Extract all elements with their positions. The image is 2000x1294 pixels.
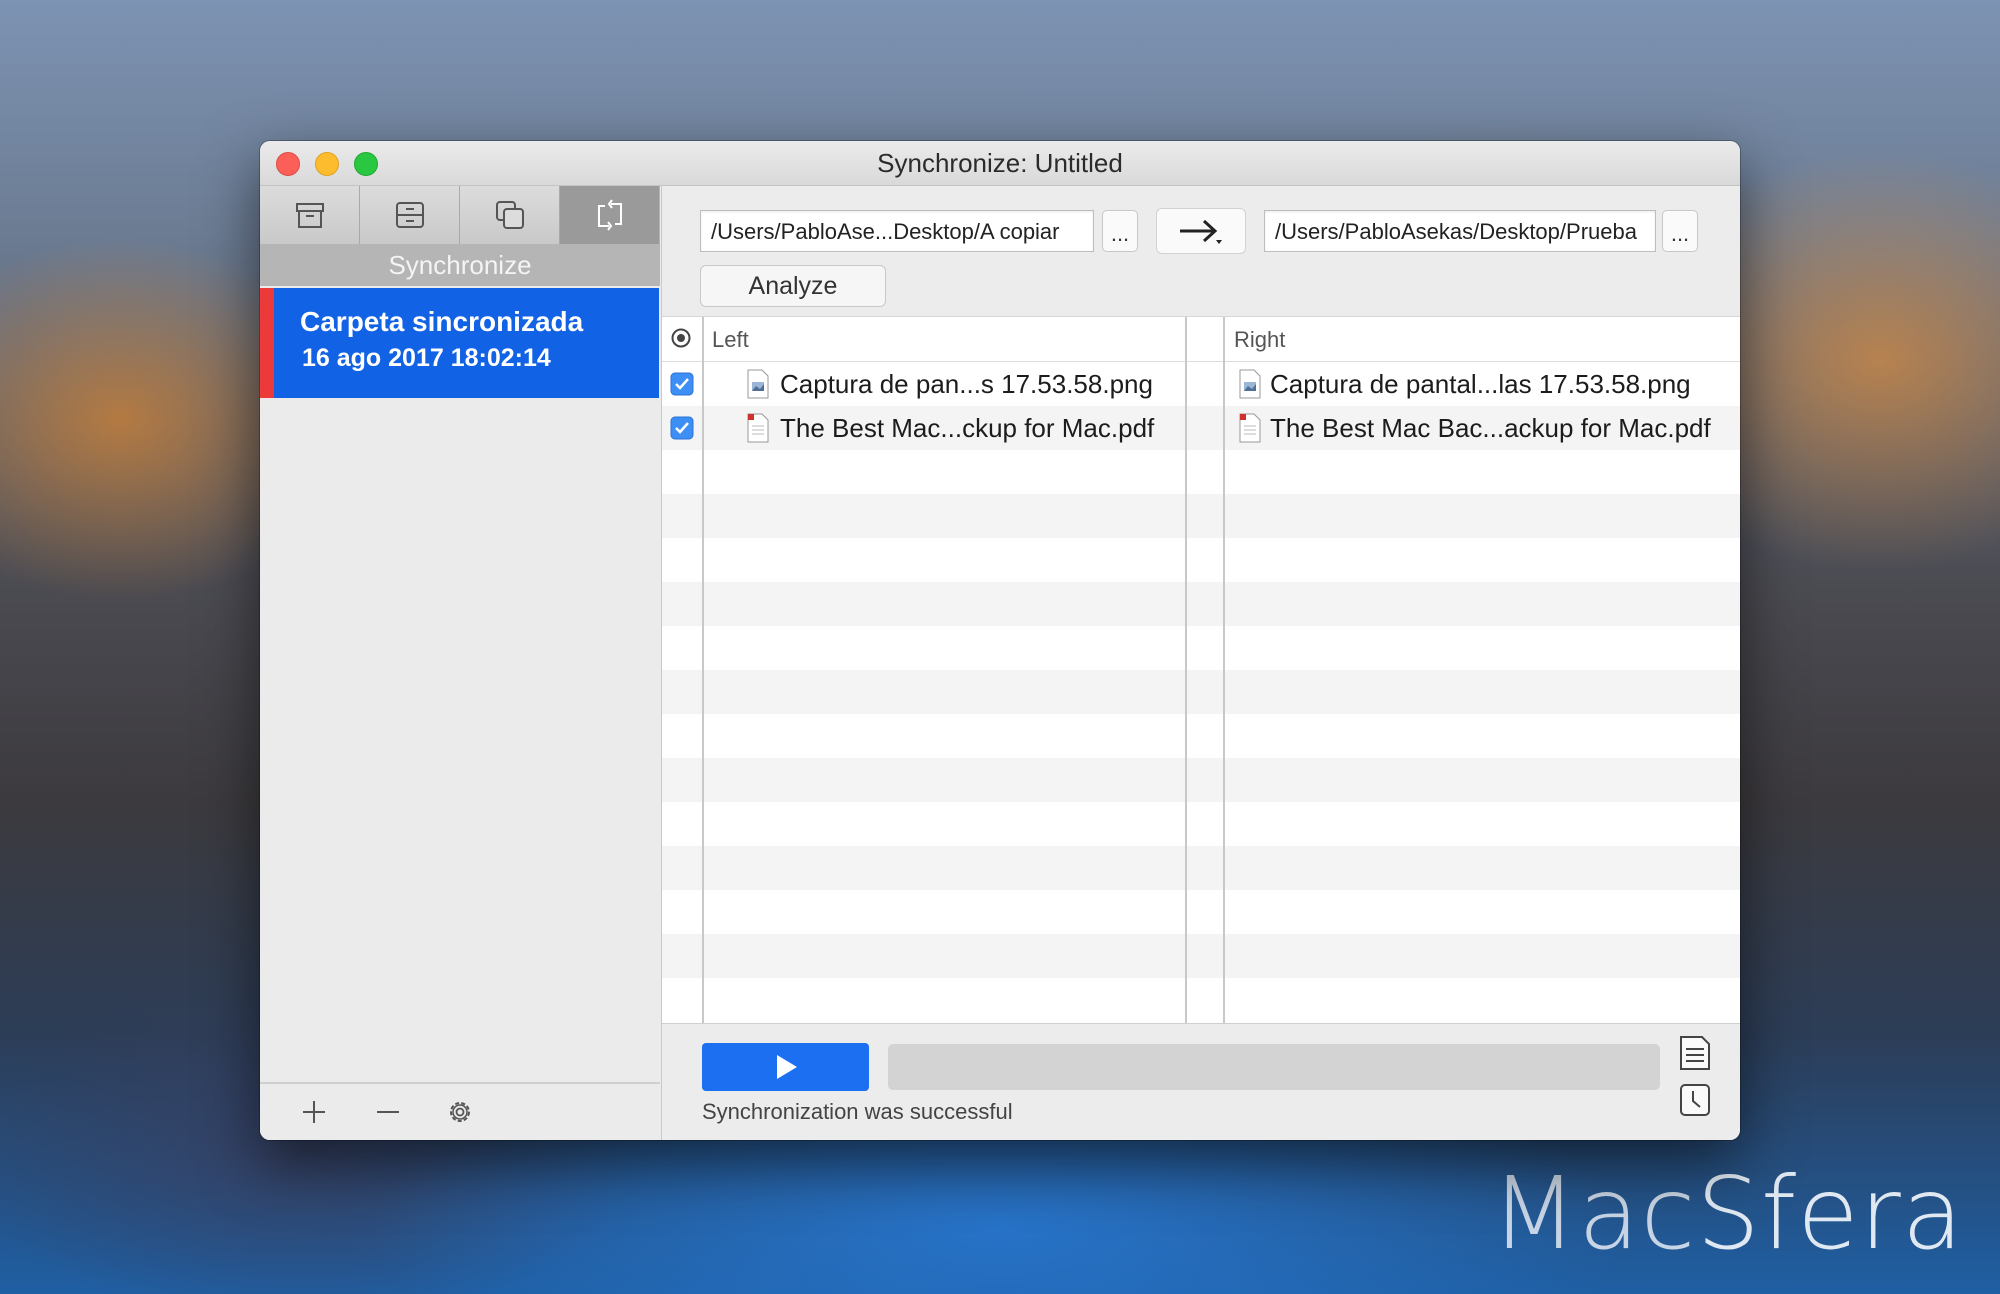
analyze-button[interactable]: Analyze — [700, 265, 886, 307]
right-browse-button[interactable]: ... — [1662, 210, 1698, 252]
mode-bar: Synchronize — [260, 186, 660, 286]
run-sync-button[interactable] — [702, 1043, 869, 1091]
empty-row — [662, 802, 1740, 846]
right-column-header[interactable]: Right — [1234, 327, 1285, 353]
empty-row — [662, 758, 1740, 802]
column-divider[interactable] — [1223, 317, 1225, 1023]
empty-row — [662, 494, 1740, 538]
column-divider[interactable] — [702, 317, 704, 1023]
minus-icon — [377, 1111, 399, 1113]
right-file-name: The Best Mac Bac...ackup for Mac.pdf — [1270, 413, 1711, 443]
progress-bar — [888, 1044, 1660, 1090]
mode-label: Synchronize — [388, 250, 532, 280]
sidebar: Synchronize Carpeta sincronizada 16 ago … — [260, 186, 662, 1140]
title-bar: Synchronize: Untitled — [260, 141, 1740, 186]
empty-row — [662, 714, 1740, 758]
empty-row — [662, 670, 1740, 714]
empty-row — [662, 846, 1740, 890]
app-window: Synchronize: Untitled Synchronize Carpet… — [260, 141, 1740, 1140]
main-panel: /Users/PabloAse...Desktop/A copiar ... /… — [662, 186, 1740, 1140]
drawer-icon — [395, 202, 424, 228]
add-job-button[interactable] — [294, 1094, 334, 1130]
image-file-icon — [747, 369, 769, 399]
file-row[interactable]: Captura de pan...s 17.53.58.png Captura … — [662, 362, 1740, 406]
empty-row — [662, 538, 1740, 582]
left-file-name: The Best Mac...ckup for Mac.pdf — [780, 413, 1155, 443]
right-path-field[interactable]: /Users/PabloAsekas/Desktop/Prueba — [1264, 210, 1656, 252]
image-file-icon — [1239, 369, 1261, 399]
checkbox-checked-icon[interactable] — [670, 372, 694, 396]
job-color-marker — [260, 288, 274, 398]
mode-drawer-button[interactable] — [360, 186, 460, 244]
settings-button[interactable] — [440, 1094, 480, 1130]
log-document-icon[interactable] — [1678, 1035, 1712, 1071]
mode-copy-button[interactable] — [460, 186, 560, 244]
right-file-name: Captura de pantal...las 17.53.58.png — [1270, 369, 1691, 399]
pdf-file-icon — [747, 413, 769, 443]
close-window-button[interactable] — [276, 152, 300, 176]
left-browse-button[interactable]: ... — [1102, 210, 1138, 252]
left-column-header[interactable]: Left — [712, 327, 749, 353]
sync-arrows-icon — [597, 199, 622, 231]
mode-archive-button[interactable] — [260, 186, 360, 244]
empty-row — [662, 934, 1740, 978]
window-title: Synchronize: Untitled — [877, 148, 1123, 178]
checkbox-checked-icon[interactable] — [670, 416, 694, 440]
file-row[interactable]: The Best Mac...ckup for Mac.pdf The Best… — [662, 406, 1740, 450]
empty-row — [662, 582, 1740, 626]
play-icon — [776, 1055, 797, 1079]
table-header: Left Right — [662, 317, 1740, 362]
remove-job-button[interactable] — [368, 1094, 408, 1130]
gear-icon — [450, 1102, 470, 1122]
minimize-window-button[interactable] — [315, 152, 339, 176]
job-date: 16 ago 2017 18:02:14 — [302, 344, 551, 372]
file-table: Left Right Captura de pan...s 17.53.58.p… — [662, 316, 1740, 1024]
column-divider[interactable] — [1185, 317, 1187, 1023]
empty-row — [662, 450, 1740, 494]
zoom-window-button[interactable] — [354, 152, 378, 176]
empty-row — [662, 890, 1740, 934]
job-name: Carpeta sincronizada — [300, 306, 584, 337]
schedule-clock-icon[interactable] — [1678, 1082, 1712, 1118]
empty-row — [662, 978, 1740, 1022]
empty-row — [662, 626, 1740, 670]
job-list-item[interactable]: Carpeta sincronizada 16 ago 2017 18:02:1… — [260, 288, 659, 398]
status-column-icon[interactable] — [670, 327, 692, 349]
sidebar-footer — [260, 1082, 660, 1140]
right-arrow-icon — [1180, 219, 1222, 244]
left-path-field[interactable]: /Users/PabloAse...Desktop/A copiar — [700, 210, 1094, 252]
mode-synchronize-button[interactable] — [560, 186, 659, 244]
status-message: Synchronization was successful — [702, 1099, 1013, 1124]
left-file-name: Captura de pan...s 17.53.58.png — [780, 369, 1153, 399]
macsfera-watermark: MacSfera — [1490, 1155, 1964, 1272]
archive-box-icon — [295, 203, 324, 228]
plus-icon — [303, 1101, 325, 1123]
file-rows: Captura de pan...s 17.53.58.png Captura … — [662, 362, 1740, 1022]
pdf-file-icon — [1239, 413, 1261, 443]
direction-button[interactable] — [1156, 208, 1246, 254]
copy-squares-icon — [495, 201, 524, 229]
